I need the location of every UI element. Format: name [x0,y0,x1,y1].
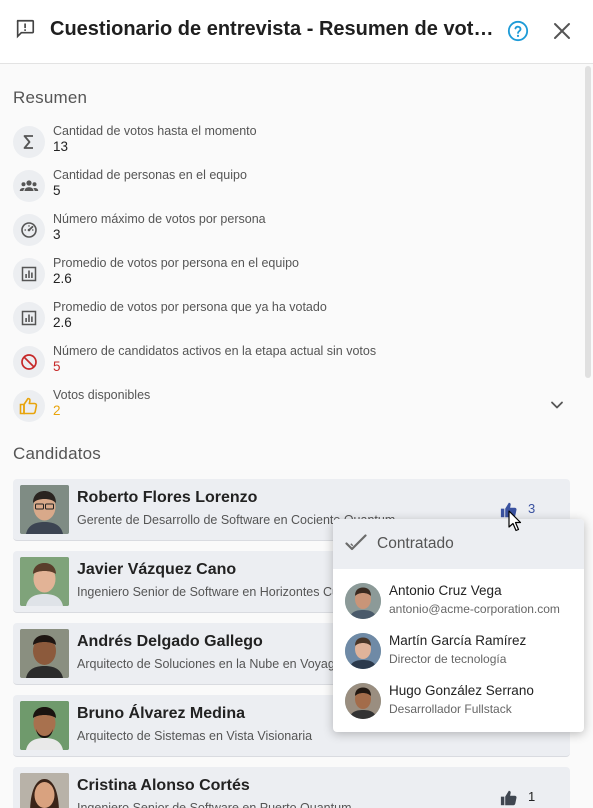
stat-value: 13 [53,139,69,154]
stat-label: Votos disponibles [53,388,151,402]
stat-value: 2.6 [53,271,72,286]
candidate-name[interactable]: Roberto Flores Lorenzo [77,489,257,507]
feedback-icon [16,19,35,39]
popover-title: Contratado [377,535,454,552]
avatar [20,485,69,534]
stat-value: 2 [53,403,61,418]
voter-name: Antonio Cruz Vega [389,583,502,598]
no-votes-icon [13,346,45,378]
candidate-name[interactable]: Bruno Álvarez Medina [77,705,245,723]
avatar [20,629,69,678]
candidate-name[interactable]: Cristina Alonso Cortés [77,777,250,795]
stat-team-average: Promedio de votos por persona en el equi… [13,256,573,300]
stat-available-votes: Votos disponibles 2 [13,388,573,432]
stat-label: Promedio de votos por persona en el equi… [53,256,299,270]
dialog-header: Cuestionario de entrevista - Resumen de … [0,0,593,64]
summary-title: Resumen [13,88,88,107]
voter-title: Desarrollador Fullstack [389,702,512,716]
stat-label: Promedio de votos por persona que ya ha … [53,300,327,314]
voter-name: Hugo González Serrano [389,683,534,698]
bar-chart-icon [13,302,45,334]
avatar [20,701,69,750]
thumb-up-icon[interactable] [500,501,518,519]
vote-count: 1 [528,789,536,804]
candidate-role: Arquitecto de Sistemas en Vista Visionar… [77,729,313,743]
stat-value: 2.6 [53,315,72,330]
chevron-down-icon[interactable] [549,397,565,413]
group-icon [13,170,45,202]
stat-label: Número de candidatos activos en la etapa… [53,344,377,358]
popover-header: Contratado [333,519,584,569]
avatar [20,557,69,606]
double-check-icon [345,534,367,551]
stat-value: 5 [53,359,61,374]
voter-item: Hugo González Serrano Desarrollador Full… [345,681,580,721]
candidate-name[interactable]: Javier Vázquez Cano [77,561,236,579]
candidates-title: Candidatos [13,444,102,463]
stat-max-votes: Número máximo de votos por persona 3 [13,212,573,256]
stat-label: Cantidad de personas en el equipo [53,168,247,182]
thumb-up-icon [13,390,45,422]
stat-team-size: Cantidad de personas en el equipo 5 [13,168,573,212]
voters-popover: Contratado Antonio Cruz Vega antonio@acm… [333,519,584,732]
dialog-title: Cuestionario de entrevista - Resumen de … [50,18,495,40]
candidate-name[interactable]: Andrés Delgado Gallego [77,633,263,651]
stat-value: 3 [53,227,61,242]
stat-total-votes: Cantidad de votos hasta el momento 13 [13,124,573,168]
voter-email: antonio@acme-corporation.com [389,602,560,616]
stat-label: Cantidad de votos hasta el momento [53,124,257,138]
scrollbar[interactable] [585,66,591,378]
stat-label: Número máximo de votos por persona [53,212,266,226]
stat-voters-average: Promedio de votos por persona que ya ha … [13,300,573,344]
voter-item: Antonio Cruz Vega antonio@acme-corporati… [345,581,580,621]
sigma-icon [13,126,45,158]
help-circle-icon[interactable] [507,20,529,42]
voter-item: Martín García Ramírez Director de tecnol… [345,631,580,671]
avatar [345,683,381,719]
voter-name: Martín García Ramírez [389,633,527,648]
stat-value: 5 [53,183,61,198]
candidate-role: Ingeniero Senior de Software en Puerto Q… [77,801,352,808]
bar-chart-icon [13,258,45,290]
voter-title: Director de tecnología [389,652,507,666]
candidate-role: Arquitecto de Soluciones en la Nube en V… [77,657,346,671]
avatar [20,773,69,808]
gauge-icon [13,214,45,246]
avatar [345,583,381,619]
vote-count: 3 [528,501,536,516]
close-icon[interactable] [552,21,572,41]
thumb-up-icon[interactable] [500,789,518,807]
candidate-card[interactable]: Cristina Alonso Cortés Ingeniero Senior … [13,767,570,808]
stat-candidates-without-votes: Número de candidatos activos en la etapa… [13,344,573,388]
avatar [345,633,381,669]
